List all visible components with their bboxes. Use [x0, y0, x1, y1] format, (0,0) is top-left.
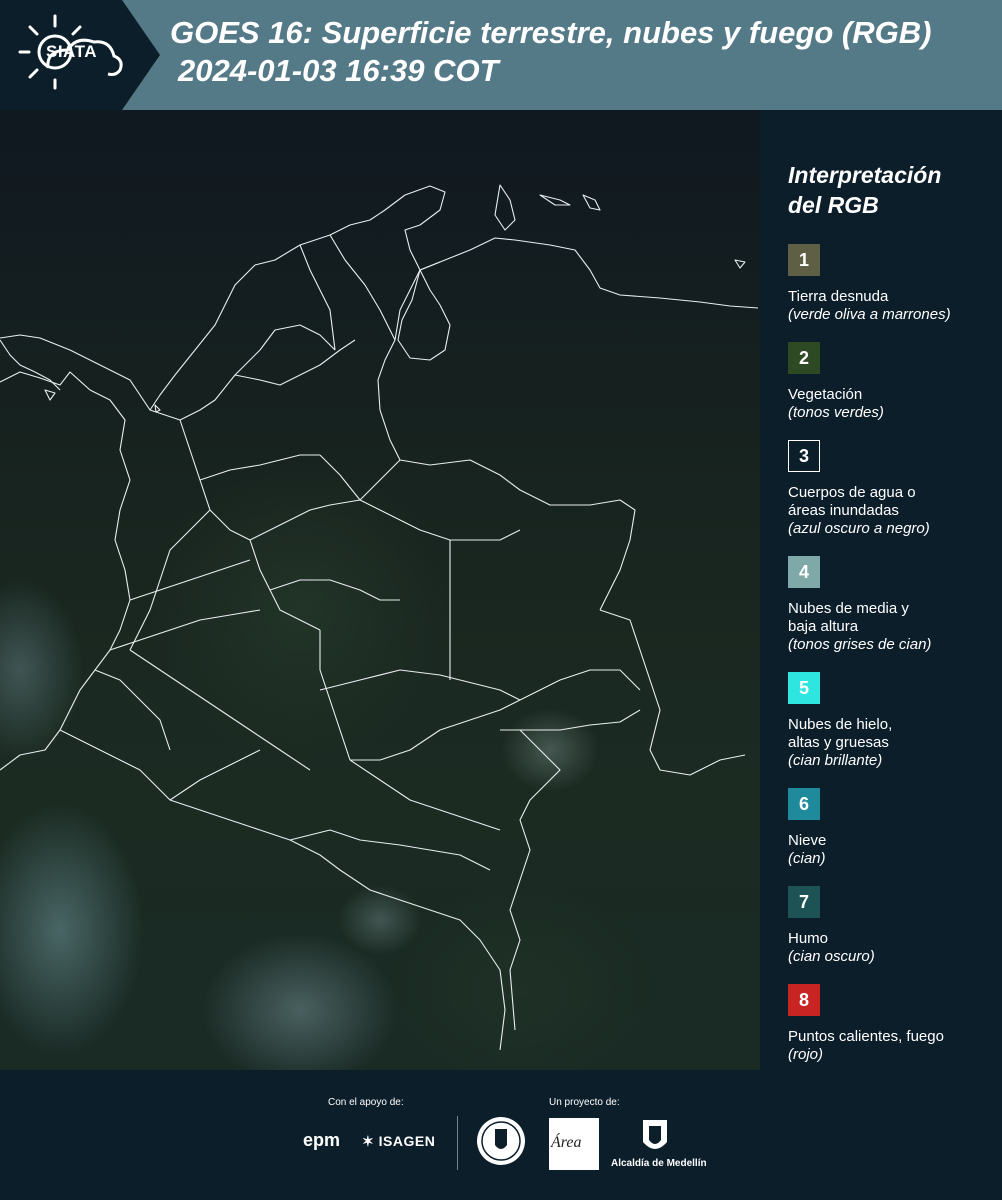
legend-sub-1: (verde oliva a marrones) — [788, 306, 951, 323]
legend-swatch-2: 2 — [788, 342, 820, 374]
legend-sub-7: (cian oscuro) — [788, 948, 875, 965]
header-bar: SIATA GOES 16: Superficie terrestre, nub… — [0, 0, 1002, 110]
legend-title-line-2: del RGB — [788, 192, 879, 218]
siata-logo-text: SIATA — [46, 42, 97, 61]
legend-swatch-8: 8 — [788, 984, 820, 1016]
footer-divider — [457, 1116, 458, 1170]
legend-item-4: 4 Nubes de media y baja altura (tonos gr… — [788, 556, 993, 654]
legend-item-7: 7 Humo (cian oscuro) — [788, 886, 993, 966]
legend-swatch-7: 7 — [788, 886, 820, 918]
legend-sub-4: (tonos grises de cian) — [788, 636, 932, 653]
legend-label-4: Nubes de media y baja altura — [788, 600, 909, 635]
legend-label-2: Vegetación — [788, 386, 863, 403]
legend-label-7: Humo — [788, 930, 829, 947]
borders-overlay — [0, 184, 759, 1051]
legend-sub-8: (rojo) — [788, 1046, 824, 1063]
page-title: GOES 16: Superficie terrestre, nubes y f… — [170, 14, 1000, 90]
legend-title: Interpretación del RGB — [788, 160, 993, 220]
legend-label-6: Nieve — [788, 832, 827, 849]
alcaldia-text: Alcaldía de Medellín — [611, 1158, 707, 1169]
legend-item-5: 5 Nubes de hielo, altas y gruesas (cian … — [788, 672, 993, 770]
legend-item-6: 6 Nieve (cian) — [788, 788, 993, 868]
epm-logo: epm — [303, 1130, 341, 1150]
legend-sub-2: (tonos verdes) — [788, 404, 884, 421]
isagen-logo-text: ISAGEN — [378, 1133, 436, 1149]
legend-label-1: Tierra desnuda — [788, 288, 889, 305]
legend-label-5: Nubes de hielo, altas y gruesas — [788, 716, 893, 751]
legend-swatch-4: 4 — [788, 556, 820, 588]
siata-logo: SIATA — [0, 0, 160, 110]
satellite-map — [0, 110, 760, 1070]
legend-item-1: 1 Tierra desnuda (verde oliva a marrones… — [788, 244, 993, 324]
area-metropolitana-logo: Área — [549, 1118, 599, 1170]
legend-swatch-1: 1 — [788, 244, 820, 276]
isagen-logo: ✶ ISAGEN — [362, 1133, 435, 1150]
colombia-peru-border — [509, 729, 561, 1031]
pacific-coastline — [0, 371, 131, 771]
alcaldia-shield-icon — [643, 1120, 667, 1149]
legend-sub-5: (cian brillante) — [788, 752, 883, 769]
legend-item-3: 3 Cuerpos de agua o áreas inundadas (azu… — [788, 440, 993, 538]
title-line-2: 2024-01-03 16:39 COT — [178, 53, 499, 88]
university-seal-icon — [477, 1117, 525, 1165]
project-label: Un proyecto de: — [549, 1097, 620, 1108]
legend-item-2: 2 Vegetación (tonos verdes) — [788, 342, 993, 422]
area-logo-text: Área — [551, 1134, 582, 1151]
support-label: Con el apoyo de: — [328, 1097, 404, 1108]
title-line-1: GOES 16: Superficie terrestre, nubes y f… — [170, 15, 932, 50]
legend-label-3: Cuerpos de agua o áreas inundadas — [788, 484, 916, 519]
panama-outline — [0, 339, 61, 391]
colombia-brazil-border — [599, 609, 746, 776]
legend-sub-6: (cian) — [788, 850, 826, 867]
legend-swatch-5: 5 — [788, 672, 820, 704]
legend-sub-3: (azul oscuro a negro) — [788, 520, 930, 537]
legend-title-line-1: Interpretación — [788, 162, 942, 188]
legend-label-8: Puntos calientes, fuego — [788, 1028, 944, 1045]
isagen-star-icon: ✶ — [362, 1133, 379, 1149]
legend-item-8: 8 Puntos calientes, fuego (rojo) — [788, 984, 993, 1064]
lake-maracaibo — [397, 269, 451, 361]
colombia-ecuador-border — [59, 729, 506, 1051]
colombia-venezuela-border — [377, 261, 636, 611]
legend-swatch-6: 6 — [788, 788, 820, 820]
legend-swatch-3: 3 — [788, 440, 820, 472]
legend-panel: Interpretación del RGB 1 Tierra desnuda … — [788, 160, 993, 1064]
